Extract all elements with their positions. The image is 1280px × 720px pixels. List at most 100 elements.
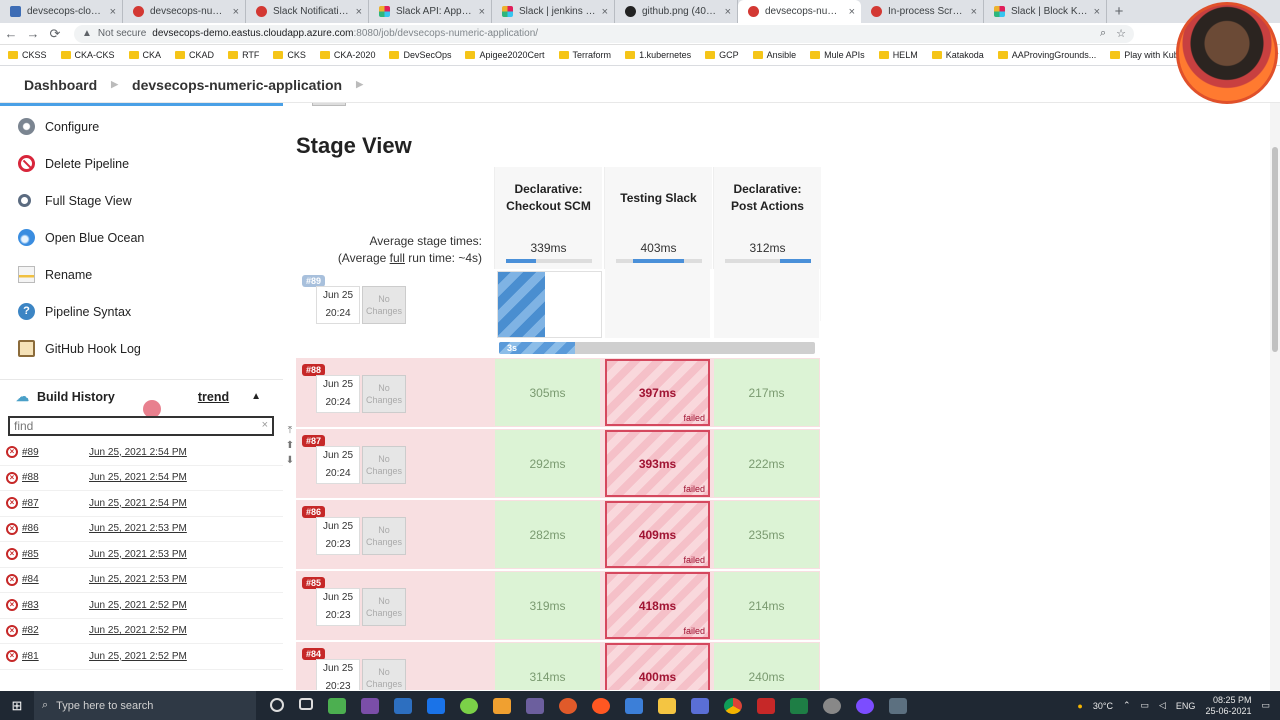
app-icon[interactable]: [493, 697, 511, 714]
trend-link[interactable]: trend: [198, 390, 229, 404]
bookmark-item[interactable]: HELM: [878, 50, 918, 60]
stage-cell-failed[interactable]: 397ms failed: [605, 359, 710, 426]
build-date-link[interactable]: Jun 25, 2021 2:54 PM: [89, 447, 187, 458]
build-number-link[interactable]: #81: [22, 651, 80, 662]
bookmark-item[interactable]: 1.kubernetes: [625, 50, 691, 60]
network-icon[interactable]: ▭: [1140, 700, 1149, 711]
notifications-icon[interactable]: ▭: [1261, 700, 1270, 711]
sidebar-item-github-hook-log[interactable]: GitHub Hook Log: [0, 330, 283, 367]
taskbar-search-input[interactable]: ⌕ Type here to search: [34, 691, 256, 720]
outlook-icon[interactable]: [427, 697, 445, 714]
lang-label[interactable]: ENG: [1176, 701, 1196, 711]
build-number-link[interactable]: #84: [22, 574, 80, 585]
build-number-link[interactable]: #88: [22, 472, 80, 483]
cortana-icon[interactable]: [270, 697, 284, 712]
close-tab-icon[interactable]: ×: [971, 6, 977, 18]
build-date-link[interactable]: Jun 25, 2021 2:53 PM: [89, 523, 187, 534]
bookmark-item[interactable]: Apigee2020Cert: [465, 50, 545, 60]
page-scrollbar[interactable]: [1270, 103, 1280, 690]
build-number-link[interactable]: #87: [22, 498, 80, 509]
no-changes-box[interactable]: No Changes: [362, 659, 406, 690]
volume-icon[interactable]: ◁: [1159, 700, 1166, 711]
browser-tab[interactable]: devsecops-cloud - Mi ×: [0, 0, 123, 23]
file-explorer-icon[interactable]: [658, 697, 676, 714]
stage-cell-success[interactable]: 222ms: [714, 430, 819, 497]
new-tab-icon[interactable]: +: [1107, 0, 1131, 23]
weather-temp[interactable]: 30°C: [1093, 701, 1113, 711]
stage-cell-success[interactable]: 305ms: [495, 359, 600, 426]
sidebar-item-open-blue-ocean[interactable]: Open Blue Ocean: [0, 219, 283, 256]
clear-icon[interactable]: ×: [262, 419, 268, 431]
sidebar-item-delete-pipeline[interactable]: Delete Pipeline: [0, 145, 283, 182]
app-icon[interactable]: [592, 697, 610, 714]
no-changes-box[interactable]: No Changes: [362, 375, 406, 413]
build-date-link[interactable]: Jun 25, 2021 2:54 PM: [89, 498, 187, 509]
app-icon[interactable]: [856, 697, 874, 714]
stage-cell-success[interactable]: 314ms: [495, 643, 600, 690]
close-tab-icon[interactable]: ×: [479, 6, 485, 18]
browser-tab[interactable]: Slack Notification | Jen ×: [246, 0, 369, 23]
forward-icon[interactable]: →: [22, 26, 44, 41]
back-icon[interactable]: ←: [0, 26, 22, 41]
close-tab-icon[interactable]: ×: [725, 6, 731, 18]
close-tab-icon[interactable]: ×: [849, 6, 855, 18]
scrollbar-thumb[interactable]: [1272, 147, 1278, 352]
bookmark-item[interactable]: CKAD: [175, 50, 214, 60]
build-number-link[interactable]: #82: [22, 625, 80, 636]
app-icon[interactable]: [889, 697, 907, 714]
zoom-icon[interactable]: ⌕: [1100, 27, 1106, 40]
bookmark-star-icon[interactable]: ☆: [1116, 27, 1126, 40]
build-date-link[interactable]: Jun 25, 2021 2:52 PM: [89, 651, 187, 662]
app-icon[interactable]: [625, 697, 643, 714]
bookmark-item[interactable]: CKSS: [8, 50, 47, 60]
stage-cell-success[interactable]: 240ms: [714, 643, 819, 690]
app-icon[interactable]: [394, 697, 412, 714]
app-icon[interactable]: [460, 697, 478, 714]
stage-cell-in-progress[interactable]: [497, 271, 602, 338]
close-tab-icon[interactable]: ×: [1094, 6, 1100, 18]
stage-cell-success[interactable]: 319ms: [495, 572, 600, 639]
stage-cell-success[interactable]: 235ms: [714, 501, 819, 568]
build-date-link[interactable]: Jun 25, 2021 2:52 PM: [89, 625, 187, 636]
bookmark-item[interactable]: CKA: [128, 50, 161, 60]
bookmark-item[interactable]: Terraform: [558, 50, 611, 60]
build-date-link[interactable]: Jun 25, 2021 2:53 PM: [89, 549, 187, 560]
tray-expand-icon[interactable]: ⌃: [1123, 700, 1131, 711]
breadcrumb-job[interactable]: devsecops-numeric-application: [132, 77, 342, 93]
app-icon[interactable]: [361, 697, 379, 714]
close-tab-icon[interactable]: ×: [602, 6, 608, 18]
app-icon[interactable]: [526, 697, 544, 714]
stage-cell-failed[interactable]: 418ms failed: [605, 572, 710, 639]
app-icon[interactable]: [328, 697, 346, 714]
build-number-link[interactable]: #89: [22, 447, 80, 458]
full-run-link[interactable]: full: [390, 251, 405, 265]
sidebar-item-full-stage-view[interactable]: Full Stage View: [0, 182, 283, 219]
breadcrumb-separator-icon[interactable]: ▶: [356, 79, 363, 90]
build-history-search-input[interactable]: find ×: [8, 416, 274, 436]
windows-start-icon[interactable]: ⊞: [0, 698, 34, 714]
bookmark-item[interactable]: Katakoda: [931, 50, 984, 60]
chrome-icon[interactable]: [724, 697, 742, 714]
excel-icon[interactable]: [790, 697, 808, 714]
app-icon[interactable]: [691, 697, 709, 714]
app-icon[interactable]: [559, 697, 577, 714]
browser-tab[interactable]: Slack API: Applications ×: [369, 0, 492, 23]
build-date-link[interactable]: Jun 25, 2021 2:53 PM: [89, 574, 187, 585]
sidebar-item-pipeline-syntax[interactable]: ? Pipeline Syntax: [0, 293, 283, 330]
sidebar-item-configure[interactable]: Configure: [0, 108, 283, 145]
browser-tab[interactable]: In-process Script Appr ×: [861, 0, 984, 23]
build-number-link[interactable]: #83: [22, 600, 80, 611]
bookmark-item[interactable]: RTF: [228, 50, 259, 60]
stage-cell-failed[interactable]: 393ms failed: [605, 430, 710, 497]
stage-cell-success[interactable]: 214ms: [714, 572, 819, 639]
browser-tab[interactable]: devsecops-numeric-ap ×: [123, 0, 246, 23]
bookmark-item[interactable]: GCP: [705, 50, 739, 60]
breadcrumb-dashboard[interactable]: Dashboard: [24, 77, 97, 93]
no-changes-box[interactable]: No Changes: [362, 446, 406, 484]
no-changes-box[interactable]: No Changes: [362, 517, 406, 555]
browser-tab[interactable]: devsecops-numeric-ap ×: [738, 0, 861, 23]
collapse-icon[interactable]: ▲: [251, 391, 261, 402]
browser-tab[interactable]: Slack | Block Kit Builde ×: [984, 0, 1107, 23]
close-tab-icon[interactable]: ×: [233, 6, 239, 18]
browser-tab[interactable]: github.png (400×400) ×: [615, 0, 738, 23]
